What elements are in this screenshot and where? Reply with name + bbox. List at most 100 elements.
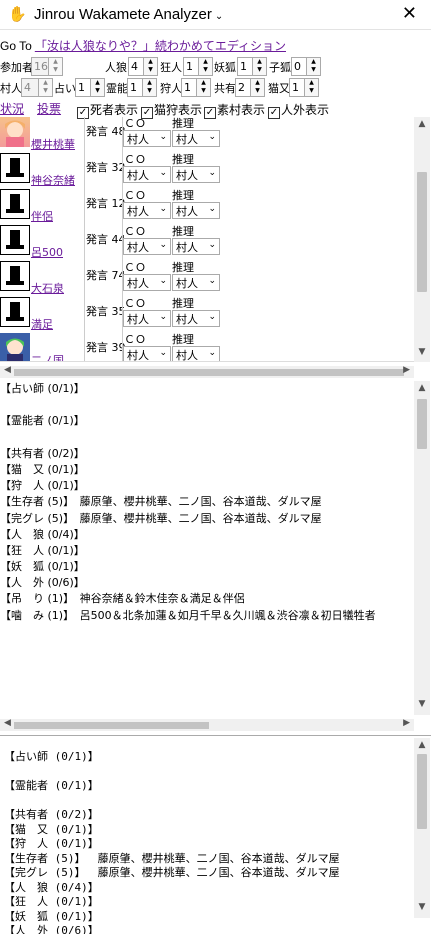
scroll-thumb[interactable] — [417, 399, 427, 449]
spinner-arrows[interactable]: ▲ ▼ — [252, 58, 266, 75]
player-name[interactable]: 二ノ国 — [31, 352, 64, 361]
scroll-thumb[interactable] — [417, 172, 427, 292]
co-select[interactable]: 村人 ⌄ — [123, 130, 171, 147]
spin-up-icon[interactable]: ▲ — [39, 79, 52, 87]
scroll-down-icon[interactable]: ▼ — [414, 902, 430, 916]
spin-up-icon[interactable]: ▲ — [143, 79, 156, 87]
co-select[interactable]: 村人 ⌄ — [123, 310, 171, 327]
spin-up-icon[interactable]: ▲ — [197, 79, 210, 87]
close-button[interactable]: ✕ — [402, 3, 417, 24]
player-avatar[interactable] — [0, 117, 30, 147]
spin-down-icon[interactable]: ▼ — [199, 66, 212, 74]
spin-up-icon[interactable]: ▲ — [305, 79, 318, 87]
guess-select[interactable]: 村人 ⌄ — [172, 130, 220, 147]
config-spinner[interactable]: 1 ▲ ▼ — [183, 57, 213, 76]
spin-down-icon[interactable]: ▼ — [144, 66, 157, 74]
spin-up-icon[interactable]: ▲ — [49, 58, 62, 66]
co-select[interactable]: 村人 ⌄ — [123, 346, 171, 361]
summary-scrollbar[interactable]: ▲ ▼ — [414, 381, 430, 715]
player-avatar[interactable] — [0, 189, 30, 219]
spinner-arrows[interactable]: ▲ ▼ — [48, 58, 62, 75]
config-spinner[interactable]: 0 ▲ ▼ — [291, 57, 321, 76]
scroll-up-icon[interactable]: ▲ — [414, 119, 430, 133]
hscroll-thumb[interactable] — [14, 722, 209, 729]
summary-hscrollbar[interactable]: ◀ ▶ — [0, 718, 414, 731]
co-select[interactable]: 村人 ⌄ — [123, 166, 171, 183]
spin-up-icon[interactable]: ▲ — [91, 79, 104, 87]
spinner-arrows[interactable]: ▲ ▼ — [196, 79, 210, 96]
player-list-hscrollbar[interactable]: ◀ ▶ — [0, 365, 414, 378]
config-spinner[interactable]: 1 ▲ ▼ — [237, 57, 267, 76]
guess-select[interactable]: 村人 ⌄ — [172, 166, 220, 183]
spin-down-icon[interactable]: ▼ — [253, 66, 266, 74]
guess-select[interactable]: 村人 ⌄ — [172, 346, 220, 361]
player-row: 伴侶 発言 12 ＣＯ 推理 村人 ⌄ 村人 ⌄ — [0, 187, 414, 223]
text-line: 【完グレ (5)】 藤原肇、櫻井桃華、二ノ国、谷本道哉、ダルマ屋 — [4, 866, 340, 879]
spin-down-icon[interactable]: ▼ — [91, 87, 104, 95]
spinner-arrows[interactable]: ▲ ▼ — [250, 79, 264, 96]
player-avatar[interactable] — [0, 333, 30, 361]
scroll-left-icon[interactable]: ◀ — [4, 365, 11, 375]
spin-down-icon[interactable]: ▼ — [307, 66, 320, 74]
spinner-arrows[interactable]: ▲ ▼ — [142, 79, 156, 96]
spin-up-icon[interactable]: ▲ — [307, 58, 320, 66]
spin-up-icon[interactable]: ▲ — [251, 79, 264, 87]
window-title[interactable]: Jinrou Wakamete Analyzer ⌄ — [34, 6, 223, 23]
goto-link[interactable]: 「汝は人狼なりや？」続わかめてエディション — [35, 39, 286, 53]
scroll-down-icon[interactable]: ▼ — [414, 699, 430, 713]
guess-select[interactable]: 村人 ⌄ — [172, 202, 220, 219]
scroll-right-icon[interactable]: ▶ — [403, 718, 410, 728]
spinner-arrows[interactable]: ▲ ▼ — [198, 58, 212, 75]
text-output-area[interactable]: 【占い師 (0/1)】 【霊能者 (0/1)】 【共有者 (0/2)】 【猫 又 (0… — [0, 738, 414, 934]
tab-status[interactable]: 状況 — [0, 100, 24, 117]
scroll-right-icon[interactable]: ▶ — [403, 365, 410, 375]
player-name[interactable]: 大石泉 — [31, 280, 64, 296]
config-spinner[interactable]: 1 ▲ ▼ — [127, 78, 157, 97]
hscroll-thumb[interactable] — [14, 369, 404, 376]
scroll-down-icon[interactable]: ▼ — [414, 347, 430, 361]
tab-vote[interactable]: 投票 — [37, 100, 61, 117]
spinner-arrows[interactable]: ▲ ▼ — [90, 79, 104, 96]
player-name[interactable]: 神谷奈緒 — [31, 172, 75, 188]
config-spinner[interactable]: 2 ▲ ▼ — [235, 78, 265, 97]
spinner-arrows[interactable]: ▲ ▼ — [304, 79, 318, 96]
player-avatar[interactable] — [0, 297, 30, 327]
spinner-arrows[interactable]: ▲ ▼ — [306, 58, 320, 75]
config-spinner[interactable]: 1 ▲ ▼ — [289, 78, 319, 97]
config-spinner[interactable]: 4 ▲ ▼ — [128, 57, 158, 76]
spin-up-icon[interactable]: ▲ — [199, 58, 212, 66]
player-avatar[interactable] — [0, 261, 30, 291]
scroll-thumb[interactable] — [417, 754, 427, 829]
co-select[interactable]: 村人 ⌄ — [123, 274, 171, 291]
spin-down-icon[interactable]: ▼ — [143, 87, 156, 95]
spin-down-icon[interactable]: ▼ — [39, 87, 52, 95]
spin-down-icon[interactable]: ▼ — [305, 87, 318, 95]
player-name[interactable]: 呂500 — [31, 244, 63, 260]
config-spinner[interactable]: 1 ▲ ▼ — [181, 78, 211, 97]
scroll-left-icon[interactable]: ◀ — [4, 718, 11, 728]
spinner-arrows[interactable]: ▲ ▼ — [38, 79, 52, 96]
guess-select[interactable]: 村人 ⌄ — [172, 274, 220, 291]
player-name[interactable]: 櫻井桃華 — [31, 136, 75, 152]
spin-down-icon[interactable]: ▼ — [251, 87, 264, 95]
chevron-down-icon[interactable]: ⌄ — [215, 11, 223, 22]
player-name[interactable]: 満足 — [31, 316, 53, 332]
player-name[interactable]: 伴侶 — [31, 208, 53, 224]
config-spinner[interactable]: 1 ▲ ▼ — [75, 78, 105, 97]
spin-up-icon[interactable]: ▲ — [253, 58, 266, 66]
scroll-up-icon[interactable]: ▲ — [414, 383, 430, 397]
spinner-arrows[interactable]: ▲ ▼ — [143, 58, 157, 75]
scroll-up-icon[interactable]: ▲ — [414, 740, 430, 754]
guess-label: 推理 — [172, 261, 194, 274]
player-list-scrollbar[interactable]: ▲ ▼ — [414, 117, 430, 362]
spin-up-icon[interactable]: ▲ — [144, 58, 157, 66]
player-avatar[interactable] — [0, 153, 30, 183]
text-output-scrollbar[interactable]: ▲ ▼ — [414, 738, 430, 918]
spin-down-icon[interactable]: ▼ — [197, 87, 210, 95]
co-select[interactable]: 村人 ⌄ — [123, 202, 171, 219]
guess-select[interactable]: 村人 ⌄ — [172, 310, 220, 327]
guess-select[interactable]: 村人 ⌄ — [172, 238, 220, 255]
co-select[interactable]: 村人 ⌄ — [123, 238, 171, 255]
spin-down-icon[interactable]: ▼ — [49, 66, 62, 74]
player-avatar[interactable] — [0, 225, 30, 255]
